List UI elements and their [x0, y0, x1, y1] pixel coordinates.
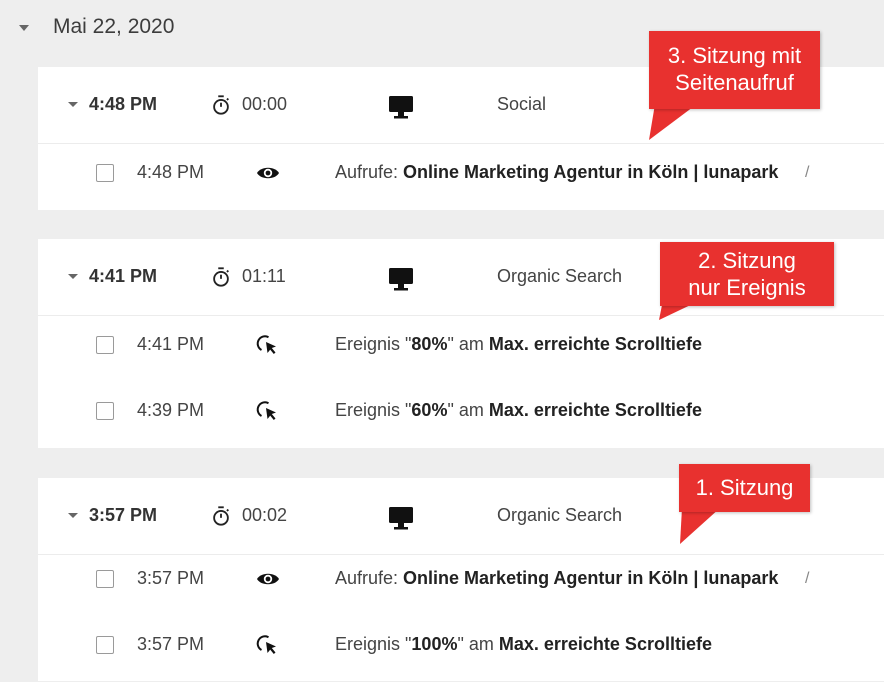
hit-prefix: Aufrufe: — [335, 568, 404, 588]
hit-description[interactable]: Ereignis "60%" am Max. erreichte Scrollt… — [335, 400, 702, 421]
session-channel: Social — [497, 94, 547, 114]
page-path[interactable]: / — [805, 164, 809, 182]
hit-row: 4:48 PM Aufrufe: Online Marketing Agentu… — [38, 144, 884, 210]
cursor-click-icon — [256, 401, 276, 420]
page-path[interactable]: / — [805, 570, 809, 588]
hit-checkbox[interactable] — [96, 336, 114, 354]
hit-description[interactable]: Ereignis "80%" am Max. erreichte Scrollt… — [335, 334, 702, 355]
cursor-click-icon — [256, 335, 276, 354]
eye-icon — [257, 573, 279, 585]
event-value: 100% — [411, 634, 458, 654]
caret-down-icon[interactable] — [68, 102, 78, 107]
event-name: Max. erreichte Scrolltiefe — [488, 334, 702, 354]
page-title: Online Marketing Agentur in Köln | lunap… — [403, 568, 779, 588]
callout-pointer — [649, 104, 697, 140]
caret-down-icon[interactable] — [68, 274, 78, 279]
session-duration: 01:11 — [242, 266, 286, 286]
event-value: 60% — [411, 400, 448, 420]
stopwatch-icon — [213, 506, 229, 526]
hit-connector: " am — [457, 634, 499, 654]
callout-line: 1. Sitzung — [695, 475, 794, 500]
hit-row: 3:57 PM Ereignis "100%" am Max. erreicht… — [38, 616, 884, 682]
hit-time: 4:39 PM — [137, 400, 205, 420]
hit-checkbox[interactable] — [96, 164, 114, 182]
stopwatch-icon — [213, 267, 229, 287]
hit-connector: " am — [447, 400, 489, 420]
hit-prefix: Ereignis " — [335, 634, 412, 654]
hit-row: 4:41 PM Ereignis "80%" am Max. erreichte… — [38, 316, 884, 382]
hit-prefix: Ereignis " — [335, 400, 412, 420]
hit-row: 3:57 PM Aufrufe: Online Marketing Agentu… — [38, 550, 884, 616]
caret-down-icon[interactable] — [19, 25, 29, 31]
event-name: Max. erreichte Scrolltiefe — [488, 400, 702, 420]
hit-description[interactable]: Aufrufe: Online Marketing Agentur in Köl… — [335, 162, 778, 183]
session-time: 3:57 PM — [89, 505, 158, 525]
hit-prefix: Ereignis " — [335, 334, 412, 354]
callout-line: nur Ereignis — [688, 275, 806, 300]
eye-icon — [257, 167, 279, 179]
cursor-click-icon — [256, 635, 276, 654]
event-value: 80% — [411, 334, 448, 354]
hit-prefix: Aufrufe: — [335, 162, 404, 182]
hit-description[interactable]: Ereignis "100%" am Max. erreichte Scroll… — [335, 634, 712, 655]
session-duration: 00:00 — [242, 94, 288, 114]
caret-down-icon[interactable] — [68, 513, 78, 518]
event-name: Max. erreichte Scrolltiefe — [498, 634, 712, 654]
hit-time: 4:41 PM — [137, 334, 205, 354]
desktop-icon — [389, 96, 413, 119]
desktop-icon — [389, 507, 413, 530]
callout-line: Seitenaufruf — [675, 70, 794, 95]
hit-description[interactable]: Aufrufe: Online Marketing Agentur in Köl… — [335, 568, 778, 589]
page-title: Online Marketing Agentur in Köln | lunap… — [403, 162, 779, 182]
callout-pointer — [680, 508, 720, 544]
callout-line: 2. Sitzung — [698, 248, 796, 273]
hit-row: 4:39 PM Ereignis "60%" am Max. erreichte… — [38, 382, 884, 448]
session-channel: Organic Search — [497, 505, 623, 525]
stopwatch-icon — [213, 95, 229, 115]
callout-line: 3. Sitzung mit — [667, 43, 802, 68]
date-label: Mai 22, 2020 — [53, 15, 175, 38]
callout-session-3: 3. Sitzung mit Seitenaufruf — [649, 31, 820, 109]
hit-checkbox[interactable] — [96, 570, 114, 588]
hit-time: 3:57 PM — [137, 568, 205, 588]
hit-connector: " am — [447, 334, 489, 354]
session-time: 4:48 PM — [89, 94, 158, 114]
callout-session-1: 1. Sitzung — [679, 464, 810, 512]
session-time: 4:41 PM — [89, 266, 158, 286]
session-duration: 00:02 — [242, 505, 288, 525]
session-channel: Organic Search — [497, 266, 623, 286]
hit-time: 3:57 PM — [137, 634, 205, 654]
callout-session-2: 2. Sitzung nur Ereignis — [660, 242, 834, 306]
hit-checkbox[interactable] — [96, 636, 114, 654]
hit-checkbox[interactable] — [96, 402, 114, 420]
hit-time: 4:48 PM — [137, 162, 205, 182]
desktop-icon — [389, 268, 413, 291]
